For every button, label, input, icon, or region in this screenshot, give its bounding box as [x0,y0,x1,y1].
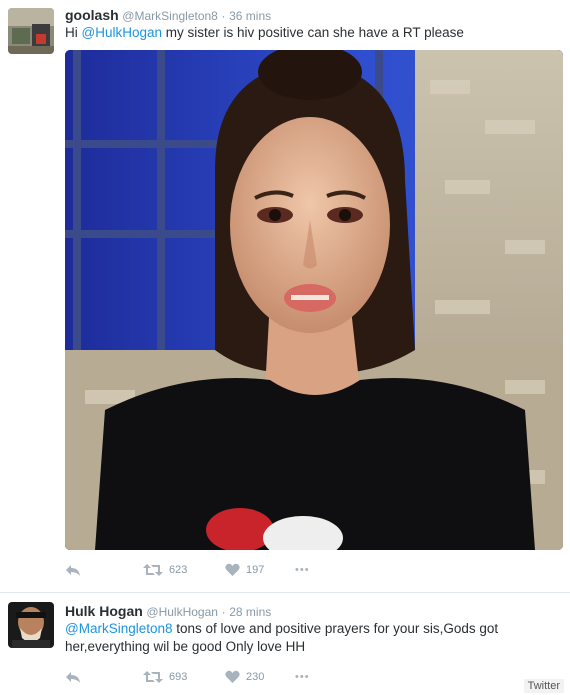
like-button[interactable]: 197 [225,563,295,577]
mention-link[interactable]: @HulkHogan [82,25,163,40]
display-name[interactable]: Hulk Hogan [65,603,143,619]
tweet-header: Hulk Hogan @HulkHogan · 28 mins [65,603,271,619]
retweet-button[interactable]: 693 [143,670,225,684]
username[interactable]: @MarkSingleton8 [122,9,218,23]
separator: · [221,9,226,23]
like-button[interactable]: 230 [225,670,295,684]
display-name[interactable]: goolash [65,7,119,23]
retweet-count: 623 [169,564,188,576]
like-count: 197 [246,564,265,576]
reply-button[interactable] [65,670,143,684]
tweet-text: @MarkSingleton8 tons of love and positiv… [65,620,545,656]
retweet-count: 693 [169,671,188,683]
separator: · [221,605,226,619]
heart-icon [225,670,240,683]
tweet-actions: 693 230 ••• [65,667,310,687]
mention-link[interactable]: @MarkSingleton8 [65,621,173,636]
tweet-header: goolash @MarkSingleton8 · 36 mins [65,7,271,23]
timestamp[interactable]: 36 mins [229,9,271,23]
text-prefix: Hi [65,25,82,40]
avatar[interactable] [8,602,54,648]
tweet-text: Hi @HulkHogan my sister is hiv positive … [65,24,545,42]
reply-icon [66,672,80,683]
username[interactable]: @HulkHogan [146,605,218,619]
reply-icon [66,565,80,576]
tweet-actions: 623 197 ••• [65,560,310,580]
avatar[interactable] [8,8,54,54]
retweet-icon [143,564,163,576]
retweet-icon [143,671,163,683]
more-icon: ••• [295,671,310,683]
reply-button[interactable] [65,563,143,577]
more-button[interactable]: ••• [295,564,310,576]
retweet-button[interactable]: 623 [143,563,225,577]
text-body: my sister is hiv positive can she have a… [162,25,464,40]
heart-icon [225,563,240,576]
like-count: 230 [246,671,265,683]
tweet-photo[interactable] [65,50,563,550]
tweet-hulk-hogan[interactable]: Hulk Hogan @HulkHogan · 28 mins @MarkSin… [0,593,570,695]
timestamp[interactable]: 28 mins [229,605,271,619]
more-button[interactable]: ••• [295,671,310,683]
more-icon: ••• [295,564,310,576]
image-credit: Twitter [523,679,564,693]
tweet-goolash[interactable]: goolash @MarkSingleton8 · 36 mins Hi @Hu… [0,0,570,592]
